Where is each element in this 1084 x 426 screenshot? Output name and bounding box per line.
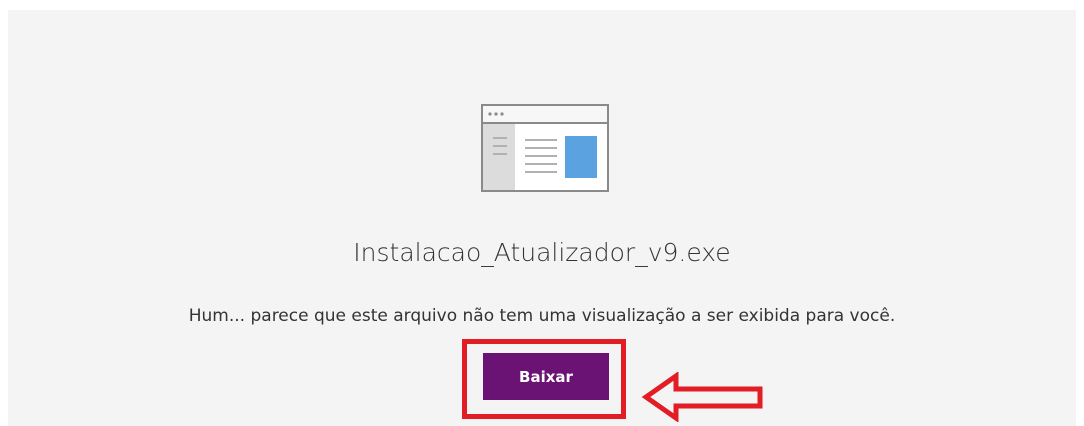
file-name: Instalacao_Atualizador_v9.exe (353, 238, 731, 267)
document-preview-icon (481, 104, 609, 192)
no-preview-message: Hum... parece que este arquivo não tem u… (188, 306, 896, 326)
download-button[interactable]: Baixar (483, 353, 609, 400)
